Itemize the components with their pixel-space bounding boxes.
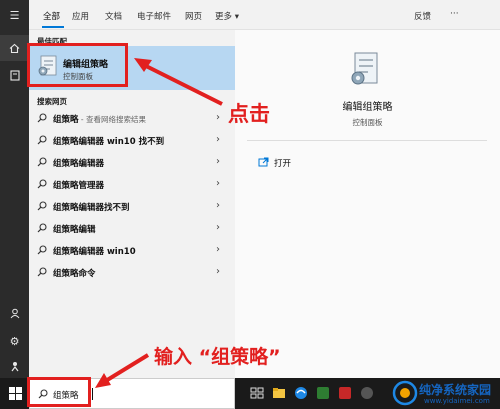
annotation-type: 输入 “组策略” bbox=[154, 346, 281, 368]
annotation-click: 点击 bbox=[228, 102, 270, 126]
watermark-url: www.yidaimei.com bbox=[424, 397, 490, 405]
watermark-logo-icon bbox=[392, 380, 418, 406]
watermark-title: 纯净系统家园 bbox=[419, 383, 492, 397]
